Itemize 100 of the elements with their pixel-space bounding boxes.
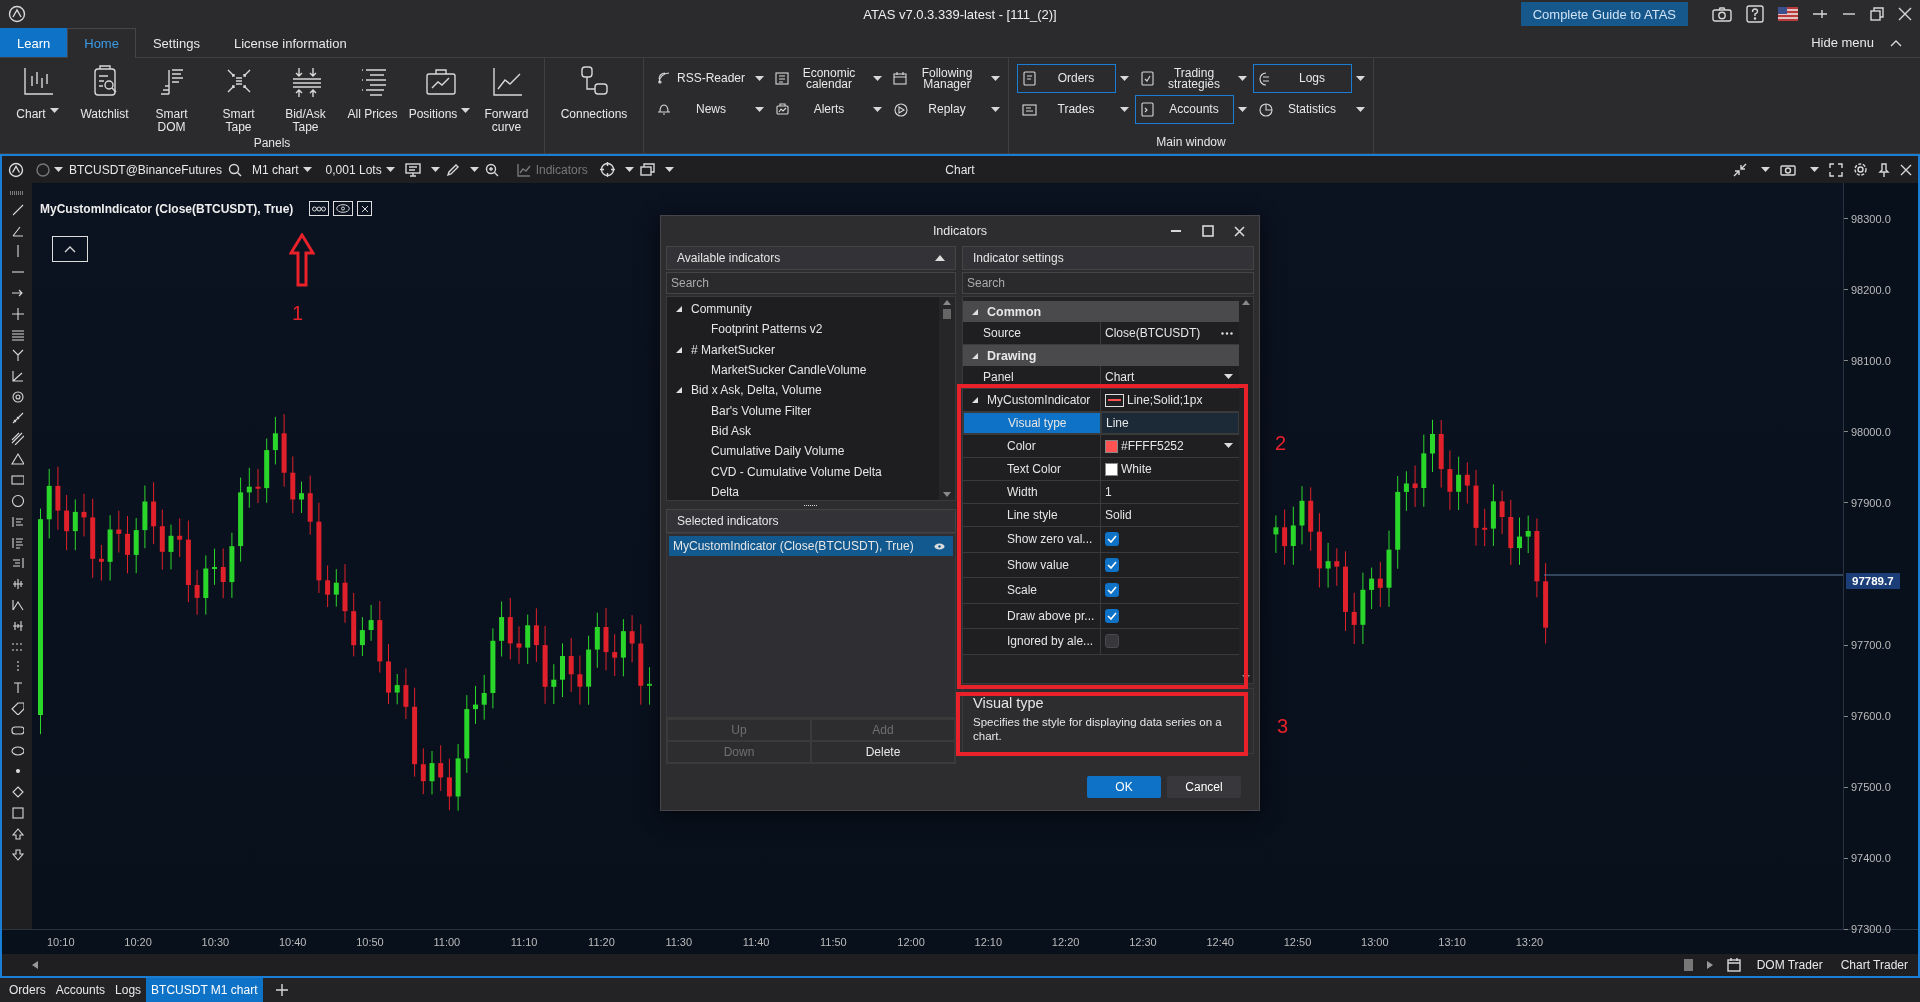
time-tick-label: 10:30 <box>201 936 231 948</box>
property-name: Color <box>963 435 1101 457</box>
property-value: Chart <box>1105 370 1136 384</box>
property-value: Solid <box>1105 508 1132 522</box>
document-tab[interactable]: Logs <box>110 978 147 1002</box>
property-name: Ignored by ale... <box>963 629 1101 654</box>
indicator-label: MyCustomIndicator (Close(BTCUSDT), True) <box>40 201 294 216</box>
property-name: Draw above pr... <box>963 603 1101 628</box>
time-tick-label: 12:30 <box>1129 936 1158 948</box>
price-tick-label: 97500.0 <box>1851 781 1891 794</box>
tree-item[interactable]: Bid Ask <box>711 423 752 438</box>
main-window-button[interactable]: Trades <box>1017 95 1116 124</box>
panel-button[interactable]: Bid/Ask Tape <box>272 60 339 134</box>
time-tick-label: 10:20 <box>124 936 153 948</box>
main-window-button[interactable]: Trading strategies <box>1135 64 1234 93</box>
tree-item[interactable]: Cumulative Daily Volume <box>711 444 845 459</box>
trader-button[interactable]: Chart Trader <box>1838 958 1910 972</box>
lots-dropdown[interactable]: 0,001 Lots <box>321 162 399 177</box>
property-value: 1 <box>1105 485 1112 499</box>
main-window-button[interactable]: Accounts <box>1135 95 1234 124</box>
panel-header-title: Available indicators <box>677 251 781 265</box>
trader-button[interactable]: DOM Trader <box>1754 958 1825 972</box>
document-tab[interactable]: Accounts <box>50 978 111 1002</box>
tree-item[interactable]: Bar's Volume Filter <box>711 403 812 418</box>
search-field[interactable]: Search <box>666 272 956 294</box>
dialog-button[interactable]: Cancel <box>1167 776 1241 798</box>
price-tick-label: 98200.0 <box>1851 283 1891 296</box>
feed-button[interactable]: News <box>652 95 751 124</box>
panel-button[interactable]: All Prices <box>339 60 406 134</box>
document-tab[interactable]: Orders <box>4 978 51 1002</box>
selected-indicator-item[interactable]: MyCustomIndicator (Close(BTCUSDT), True) <box>669 536 953 556</box>
timeframe-dropdown[interactable]: M1 chart <box>247 162 316 177</box>
panel-button[interactable]: Chart <box>4 60 71 134</box>
property-value: Close(BTCUSDT) <box>1105 326 1202 340</box>
property-name: Scale <box>963 578 1101 603</box>
hide-menu-button[interactable]: Hide menu <box>1805 34 1880 51</box>
panel-button[interactable]: Positions <box>406 60 473 134</box>
feed-button[interactable]: Replay <box>888 95 987 124</box>
price-tick-label: 98100.0 <box>1851 354 1891 367</box>
group-label: Panels <box>252 135 292 152</box>
panel-button[interactable]: Forward curve <box>473 60 540 134</box>
tree-item[interactable]: Bid x Ask, Delta, Volume <box>691 383 822 398</box>
time-tick-label: 10:10 <box>47 936 76 948</box>
time-tick-label: 11:00 <box>433 936 462 948</box>
price-tick-label: 97400.0 <box>1851 852 1891 865</box>
search-field[interactable]: Search <box>962 272 1254 294</box>
current-price-label: 97789.7 <box>1846 573 1900 589</box>
tree-item[interactable]: Delta <box>711 484 739 499</box>
main-window-button[interactable]: Logs <box>1253 64 1352 93</box>
feed-button[interactable]: Following Manager <box>888 64 987 93</box>
ribbon-tab[interactable]: Settings <box>135 28 217 57</box>
property-name: Text Color <box>963 458 1101 480</box>
property-value: White <box>1121 462 1152 476</box>
annotation-number: 2 <box>1275 432 1287 455</box>
price-tick-label: 97900.0 <box>1851 496 1891 509</box>
dialog-title: Indicators <box>932 224 988 238</box>
tree-item[interactable]: Footprint Patterns v2 <box>711 322 823 337</box>
ribbon-tab[interactable]: Learn <box>0 28 68 57</box>
price-tick-label: 98300.0 <box>1851 212 1891 225</box>
window-title: ATAS v7.0.3.339-latest - [111_(2)] <box>863 6 1057 22</box>
price-tick-label: 97700.0 <box>1851 639 1891 652</box>
connections-button[interactable]: Connections <box>549 60 639 121</box>
tree-item[interactable]: # MarketSucker <box>691 342 776 357</box>
indicators-button[interactable]: Indicators <box>510 161 594 178</box>
chart-window-title: Chart <box>945 162 975 177</box>
time-tick-label: 13:20 <box>1515 936 1545 948</box>
property-value: Line;Solid;1px <box>1127 393 1203 407</box>
property-name: Show zero val... <box>963 527 1101 552</box>
feed-button[interactable]: Alerts <box>770 95 869 124</box>
time-tick-label: 12:50 <box>1283 936 1313 948</box>
panel-header: Indicator settings <box>962 246 1254 270</box>
panel-button[interactable]: Watchlist <box>71 60 138 134</box>
price-tick-label: 97600.0 <box>1851 710 1891 723</box>
time-tick-label: 12:00 <box>897 936 926 948</box>
tree-item[interactable]: MarketSucker CandleVolume <box>711 363 867 378</box>
time-tick-label: 10:50 <box>356 936 385 948</box>
list-button[interactable]: Delete <box>811 741 955 763</box>
tree-item[interactable]: CVD - Cumulative Volume Delta <box>711 464 882 479</box>
property-name: Line style <box>963 504 1101 526</box>
help-title: Visual type <box>973 695 1045 711</box>
guide-button[interactable]: Complete Guide to ATAS <box>1520 2 1688 26</box>
main-window-button[interactable]: Orders <box>1017 64 1116 93</box>
price-tick-label: 97300.0 <box>1851 923 1891 936</box>
feed-button[interactable]: Economic calendar <box>770 64 869 93</box>
dialog-button[interactable]: OK <box>1087 776 1161 798</box>
price-tick-label: 98000.0 <box>1851 425 1891 438</box>
document-tab[interactable]: BTCUSDT M1 chart <box>146 978 263 1002</box>
panel-button[interactable]: Smart Tape <box>205 60 272 134</box>
property-name: Source <box>963 322 1101 344</box>
time-tick-label: 10:40 <box>278 936 308 948</box>
ribbon-tab[interactable]: License information <box>216 28 364 57</box>
main-window-button[interactable]: Statistics <box>1253 95 1352 124</box>
tree-item[interactable]: Community <box>691 302 752 317</box>
time-tick-label: 13:10 <box>1438 936 1467 948</box>
panel-header: Selected indicators <box>666 509 956 533</box>
symbol-label[interactable]: BTCUSDT@BinanceFutures <box>69 162 222 177</box>
ribbon-tab[interactable]: Home <box>67 28 136 58</box>
property-group-title: Common <box>987 304 1042 319</box>
panel-button[interactable]: Smart DOM <box>138 60 205 134</box>
feed-button[interactable]: RSS-Reader <box>652 64 751 93</box>
